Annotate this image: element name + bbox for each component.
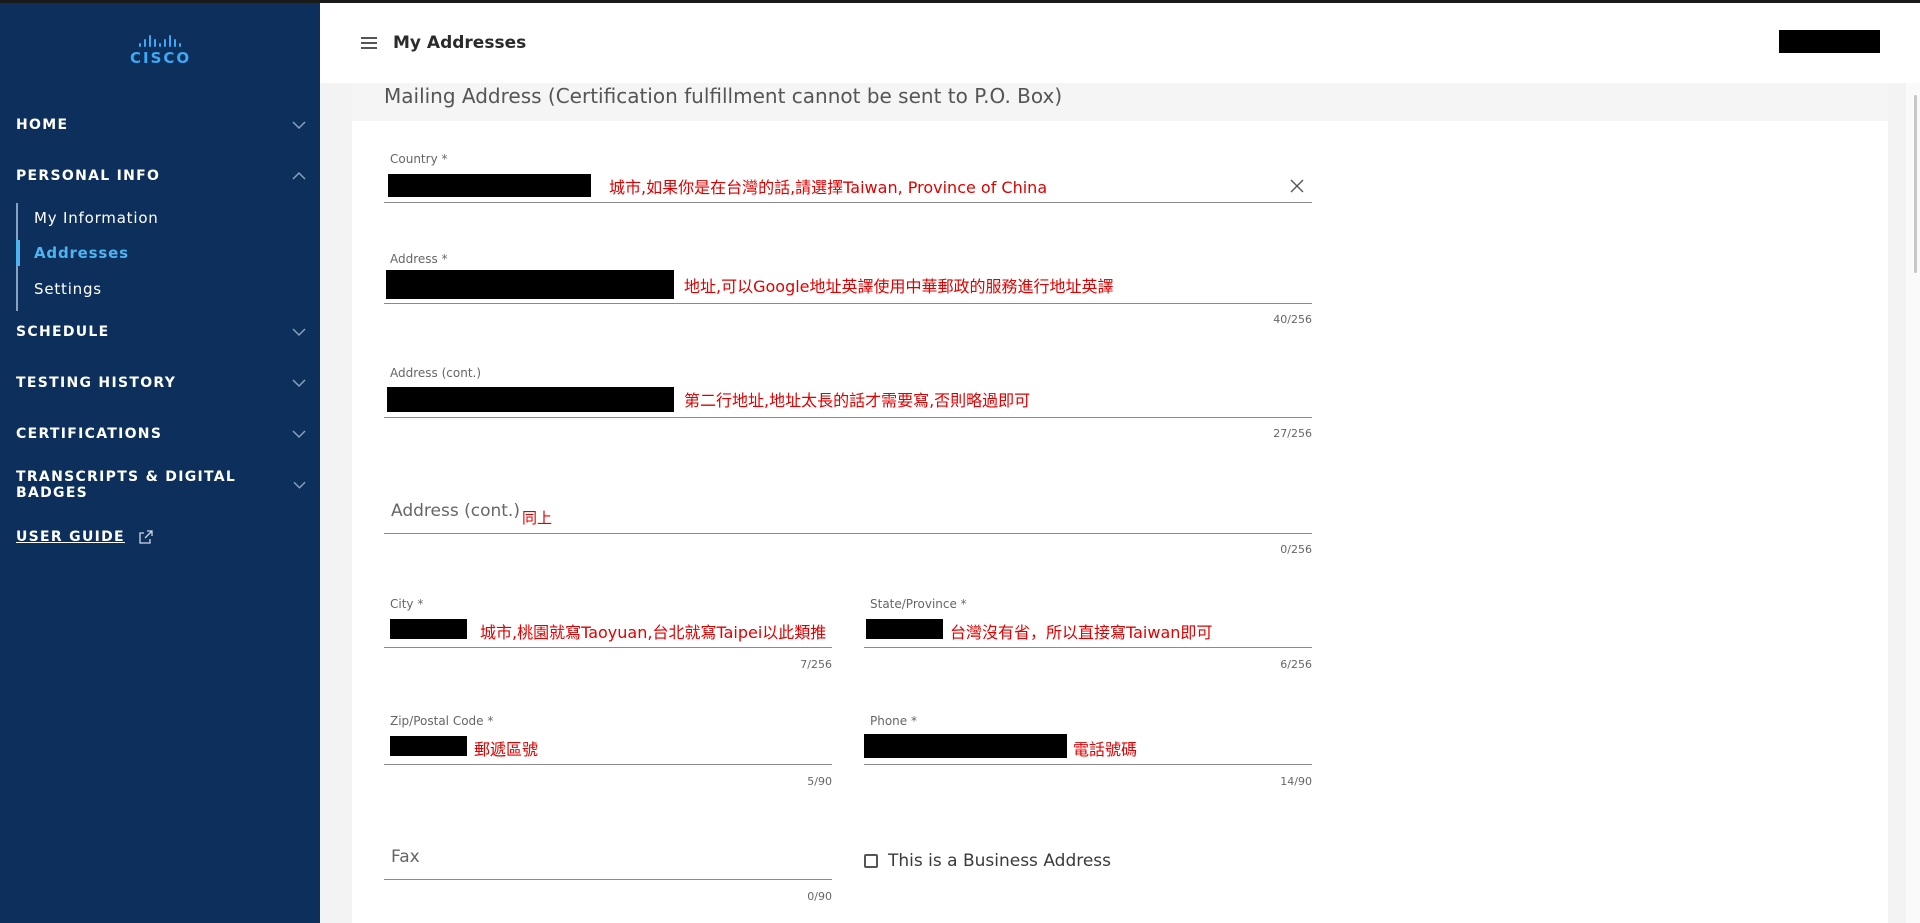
cisco-logo[interactable]: CISCO — [130, 33, 190, 73]
redacted-zip-value — [390, 736, 467, 756]
external-link-icon — [139, 530, 153, 544]
cisco-logo-text: CISCO — [130, 49, 192, 67]
state-label: State/Province * — [870, 597, 967, 611]
chevron-up-icon — [292, 171, 306, 180]
user-guide-link[interactable]: USER GUIDE — [16, 529, 153, 545]
fax-counter: 0/90 — [807, 890, 832, 903]
close-icon[interactable] — [1289, 178, 1305, 194]
address-cont-2-counter: 0/256 — [1280, 543, 1312, 556]
chevron-down-icon — [292, 328, 306, 337]
nav-certifications-label: CERTIFICATIONS — [16, 426, 163, 442]
city-note: 城市,桃園就寫Taoyuan,台北就寫Taipei以此類推 — [480, 623, 827, 642]
active-indicator — [16, 240, 20, 266]
redacted-address-value — [386, 270, 674, 299]
cisco-logo-bars-icon — [130, 33, 190, 47]
redacted-user-name[interactable] — [1779, 30, 1880, 53]
scrollbar-track[interactable] — [1906, 83, 1920, 923]
address-cont-2-placeholder: Address (cont.) — [391, 501, 520, 521]
top-header: My Addresses — [320, 3, 1920, 83]
city-label: City * — [390, 597, 424, 611]
fax-placeholder: Fax — [391, 847, 420, 867]
zip-counter: 5/90 — [807, 775, 832, 788]
nav-personal-info-label: PERSONAL INFO — [16, 168, 161, 184]
user-guide-label: USER GUIDE — [16, 529, 125, 545]
chevron-down-icon — [292, 121, 306, 130]
phone-note: 電話號碼 — [1073, 740, 1138, 759]
nav-schedule-label: SCHEDULE — [16, 324, 110, 340]
phone-counter: 14/90 — [1280, 775, 1312, 788]
nav-transcripts-badges-label: TRANSCRIPTS & DIGITAL BADGES — [16, 469, 237, 501]
country-note: 城市,如果你是在台灣的話,請選擇Taiwan, Province of Chin… — [609, 178, 1048, 197]
chevron-down-icon — [293, 481, 306, 489]
state-counter: 6/256 — [1280, 658, 1312, 671]
scrollbar-thumb[interactable] — [1914, 95, 1917, 273]
fax-field[interactable] — [384, 844, 832, 880]
zip-label: Zip/Postal Code * — [390, 714, 494, 728]
country-label: Country * — [390, 152, 448, 166]
city-counter: 7/256 — [800, 658, 832, 671]
nav-personal-info[interactable]: PERSONAL INFO — [16, 164, 306, 188]
section-title: Mailing Address (Certification fulfillme… — [384, 84, 1063, 108]
nav-testing-history[interactable]: TESTING HISTORY — [16, 371, 306, 395]
redacted-city-value — [390, 619, 467, 639]
page-title: My Addresses — [393, 33, 527, 53]
chevron-down-icon — [292, 379, 306, 388]
redacted-country-value — [388, 174, 591, 197]
nav-home[interactable]: HOME — [16, 113, 306, 137]
address-label: Address * — [390, 252, 448, 266]
address-cont-note: 第二行地址,地址太長的話才需要寫,否則略過即可 — [684, 391, 1031, 410]
nav-home-label: HOME — [16, 117, 69, 133]
redacted-address-cont-value — [387, 387, 674, 412]
sidebar-item-my-information[interactable]: My Information — [34, 209, 159, 227]
nav-testing-history-label: TESTING HISTORY — [16, 375, 177, 391]
address-cont-2-note: 同上 — [522, 509, 553, 527]
address-counter: 40/256 — [1273, 313, 1312, 326]
redacted-state-value — [866, 619, 943, 639]
nav-schedule[interactable]: SCHEDULE — [16, 320, 306, 344]
address-cont-label: Address (cont.) — [390, 366, 482, 380]
business-address-checkbox[interactable] — [864, 854, 878, 868]
zip-note: 郵遞區號 — [474, 740, 539, 759]
sidebar: CISCO HOME PERSONAL INFO My Information … — [0, 3, 320, 923]
address-cont-counter: 27/256 — [1273, 427, 1312, 440]
address-note: 地址,可以Google地址英譯使用中華郵政的服務進行地址英譯 — [684, 277, 1114, 296]
state-note: 台灣沒有省，所以直接寫Taiwan即可 — [950, 623, 1213, 642]
sidebar-item-settings[interactable]: Settings — [34, 280, 102, 298]
business-address-label[interactable]: This is a Business Address — [888, 851, 1111, 871]
hamburger-menu-icon[interactable] — [361, 37, 377, 49]
redacted-phone-value — [864, 734, 1067, 758]
phone-label: Phone * — [870, 714, 917, 728]
chevron-down-icon — [292, 430, 306, 439]
sidebar-item-addresses[interactable]: Addresses — [34, 244, 129, 262]
nav-certifications[interactable]: CERTIFICATIONS — [16, 422, 306, 446]
nav-transcripts-badges[interactable]: TRANSCRIPTS & DIGITAL BADGES — [16, 469, 306, 501]
